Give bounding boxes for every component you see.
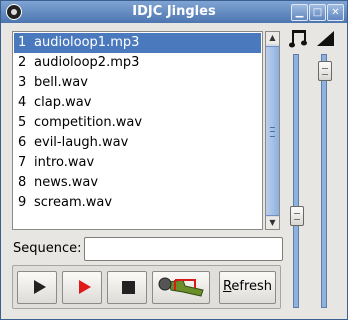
scroll-down-arrow-icon[interactable]: ▼: [266, 217, 279, 229]
list-item[interactable]: 4 clap.wav: [14, 93, 261, 113]
list-item-number: 5: [18, 115, 27, 130]
sequence-input[interactable]: [84, 237, 283, 261]
volume-level-slider[interactable]: [321, 54, 327, 308]
list-item[interactable]: 1 audioloop1.mp3: [14, 33, 261, 53]
list-item-number: 8: [18, 175, 27, 190]
list-scrollbar[interactable]: ▲ ▼: [265, 31, 280, 230]
list-item[interactable]: 9 scream.wav: [14, 193, 261, 213]
volume-level-knob[interactable]: [318, 61, 332, 81]
list-item-filename: scream.wav: [34, 195, 113, 210]
minimize-button[interactable]: ▁: [291, 4, 308, 21]
title-bar[interactable]: IDJC Jingles ▁ □ ✕: [1, 1, 347, 23]
list-item-number: 7: [18, 155, 27, 170]
list-item-number: 2: [18, 55, 27, 70]
scroll-up-arrow-icon[interactable]: ▲: [266, 32, 279, 44]
play-interlude-button[interactable]: [62, 271, 102, 304]
play-button[interactable]: [17, 271, 57, 304]
list-item-number: 3: [18, 75, 27, 90]
list-item-number: 1: [18, 35, 27, 50]
list-item[interactable]: 3 bell.wav: [14, 73, 261, 93]
list-item[interactable]: 8 news.wav: [14, 173, 261, 193]
stop-button[interactable]: [107, 271, 147, 304]
list-item-filename: evil-laugh.wav: [34, 135, 129, 150]
refresh-label-rest: efresh: [231, 279, 273, 294]
play-red-icon: [79, 280, 91, 294]
play-icon: [34, 280, 46, 294]
minimize-icon: ▁: [295, 7, 304, 18]
stop-icon: [122, 281, 135, 294]
list-item-filename: intro.wav: [34, 155, 95, 170]
music-note-icon: [289, 30, 307, 48]
maximize-button[interactable]: □: [309, 4, 326, 21]
list-item[interactable]: 7 intro.wav: [14, 153, 261, 173]
close-button[interactable]: ✕: [327, 4, 344, 21]
music-level-slider[interactable]: [293, 54, 299, 308]
scroll-grip-icon: [270, 127, 275, 137]
list-item-number: 6: [18, 135, 27, 150]
refresh-label: Refresh: [220, 279, 275, 294]
music-level-knob[interactable]: [290, 206, 304, 226]
list-item-number: 9: [18, 195, 27, 210]
list-item[interactable]: 6 evil-laugh.wav: [14, 133, 261, 153]
transport-bar: Refresh: [12, 265, 281, 309]
microphone-icon: [158, 277, 204, 297]
maximize-icon: □: [312, 7, 323, 18]
volume-ramp-icon: [317, 31, 334, 46]
list-item-filename: clap.wav: [34, 95, 92, 110]
list-item[interactable]: 2 audioloop2.mp3: [14, 53, 261, 73]
sequence-label: Sequence:: [13, 241, 82, 256]
list-item-filename: bell.wav: [34, 75, 88, 90]
list-item-filename: competition.wav: [34, 115, 143, 130]
list-item-filename: audioloop2.mp3: [34, 55, 140, 70]
list-item[interactable]: 5 competition.wav: [14, 113, 261, 133]
list-item-number: 4: [18, 95, 27, 110]
refresh-button[interactable]: Refresh: [219, 271, 276, 304]
microphone-button[interactable]: [152, 271, 210, 304]
close-icon: ✕: [331, 7, 340, 18]
list-item-filename: news.wav: [34, 175, 99, 190]
jingle-list[interactable]: 1 audioloop1.mp3 2 audioloop2.mp3 3 bell.wav 4…: [12, 31, 263, 230]
list-item-filename: audioloop1.mp3: [34, 35, 140, 50]
scroll-thumb[interactable]: [266, 46, 279, 216]
